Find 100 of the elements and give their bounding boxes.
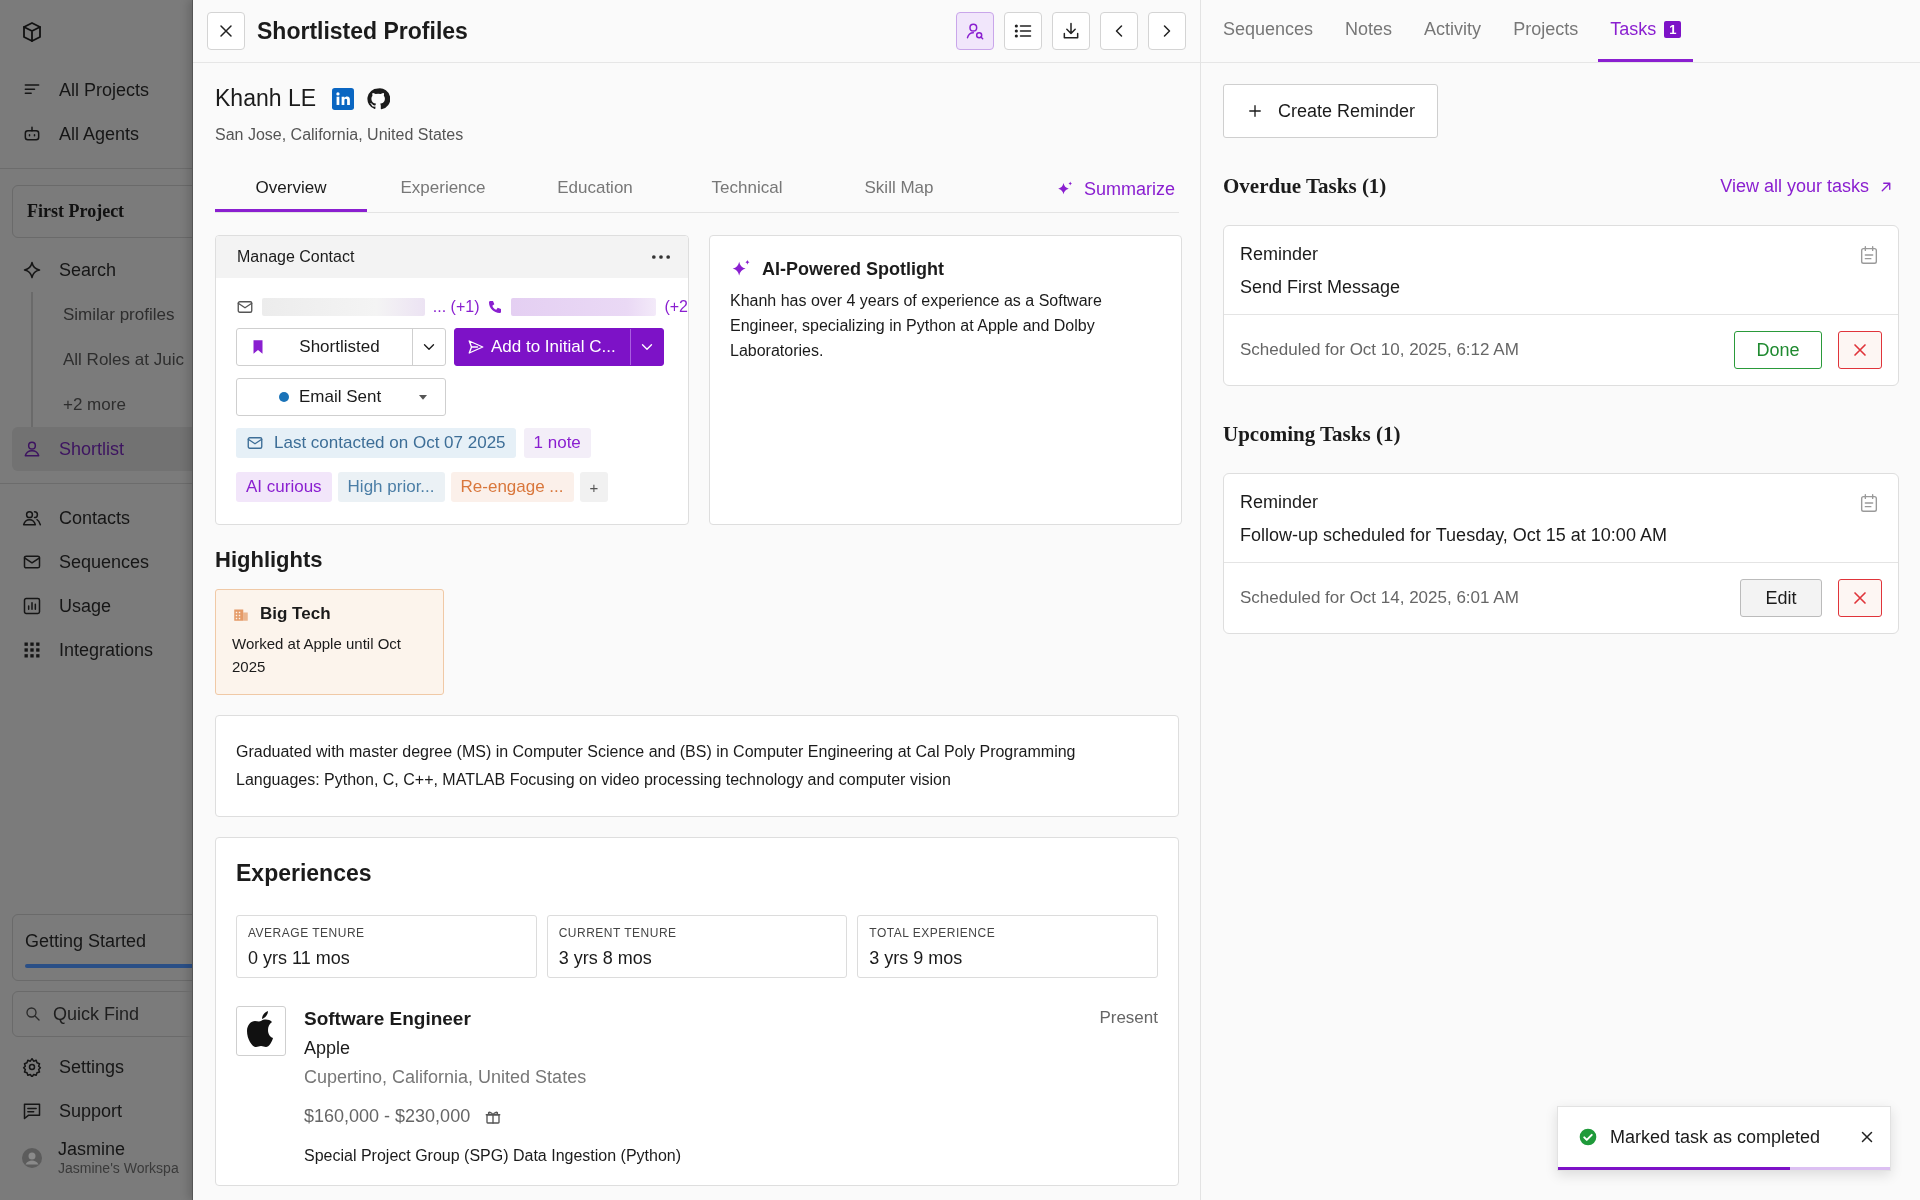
section-heading: Highlights: [215, 547, 324, 573]
more-icon: [652, 255, 670, 259]
tab[interactable]: Projects: [1501, 0, 1591, 62]
task-text: Send First Message: [1240, 277, 1401, 298]
tab[interactable]: Experience: [367, 166, 519, 212]
section-heading: Experiences: [236, 860, 373, 887]
more-phones-link[interactable]: (+2: [664, 298, 688, 316]
job-location: Cupertino, California, United States: [304, 1067, 588, 1088]
salary-range: $160,000 - $230,000: [304, 1106, 471, 1127]
person-search-icon: [965, 21, 985, 41]
download-icon: [1061, 21, 1081, 41]
count-badge: 1: [1664, 21, 1682, 38]
nav-item[interactable]: Search: [0, 248, 192, 292]
edit-button[interactable]: Edit: [1740, 579, 1822, 617]
send-icon: [467, 338, 485, 356]
toolbar-button[interactable]: [1052, 12, 1090, 50]
nav-item[interactable]: Integrations: [0, 628, 192, 672]
nav-subitem[interactable]: Similar profiles: [33, 292, 192, 337]
nav-item[interactable]: All Projects: [0, 68, 192, 112]
add-to-sequence-button[interactable]: Add to Initial C...: [454, 328, 664, 366]
company-logo: [236, 1006, 286, 1056]
toolbar-button[interactable]: [1004, 12, 1042, 50]
nav-item[interactable]: All Agents: [0, 112, 192, 156]
envelope-icon: [246, 434, 264, 452]
envelope-icon: [236, 298, 254, 316]
highlight-title: Big Tech: [260, 604, 331, 624]
task-schedule: Scheduled for Oct 10, 2025, 6:12 AM: [1240, 340, 1519, 360]
create-reminder-button[interactable]: Create Reminder: [1223, 84, 1439, 138]
stat-value: 3 yrs 9 mos: [869, 948, 964, 969]
stat-value: 3 yrs 8 mos: [558, 948, 653, 969]
profile-name: Khanh LE: [215, 85, 317, 112]
person-icon: [22, 439, 42, 459]
summarize-button[interactable]: Summarize: [1055, 166, 1179, 212]
robot-icon: [22, 124, 42, 144]
plus-icon: [1246, 102, 1264, 120]
quick-find-field[interactable]: Quick Find: [12, 991, 192, 1037]
tag[interactable]: AI curious: [236, 472, 332, 502]
task-text: Follow-up scheduled for Tuesday, Oct 15 at 10:00 AM: [1240, 525, 1667, 546]
stat-value: 0 yrs 11 mos: [248, 948, 351, 969]
search-icon: [24, 1005, 42, 1023]
tab[interactable]: Overview: [215, 166, 367, 212]
calendar-icon: [1858, 244, 1880, 266]
tag[interactable]: High prior...: [337, 472, 445, 502]
nav-item[interactable]: Contacts: [0, 496, 192, 540]
section-heading: Upcoming Tasks (1): [1223, 422, 1401, 447]
profile-location: San Jose, California, United States: [215, 126, 465, 144]
task-schedule: Scheduled for Oct 14, 2025, 6:01 AM: [1240, 588, 1519, 608]
linkedin-icon[interactable]: [332, 87, 355, 110]
last-contacted-chip: Last contacted on Oct 07 2025: [236, 428, 516, 458]
tab[interactable]: Skill Map: [823, 166, 975, 212]
phone-icon: [487, 299, 504, 315]
job-period: Present: [1099, 1008, 1158, 1029]
nav-subitem[interactable]: +2 more: [33, 382, 192, 427]
nav-item[interactable]: Sequences: [0, 540, 192, 584]
nav-item[interactable]: Usage: [0, 584, 192, 628]
workspace-name: Jasmine's Workspa: [58, 1160, 179, 1176]
bar-chart-icon: [22, 596, 42, 616]
nav-item[interactable]: Shortlist: [12, 427, 192, 471]
avatar-icon: [20, 1145, 44, 1170]
envelope-icon: [22, 552, 42, 572]
card-title: AI-Powered Spotlight: [762, 258, 944, 280]
job-description: Special Project Group (SPG) Data Ingestion (Python): [304, 1147, 683, 1165]
nav-item[interactable]: Settings: [0, 1045, 192, 1089]
add-tag-button[interactable]: +: [579, 472, 609, 502]
spotlight-text: Khanh has over 4 years of experience as a Software Engineer, specializing in Python at Apple and Dolby Laboratories.: [730, 291, 1103, 361]
grid-icon: [22, 640, 42, 660]
getting-started-label: Getting Started: [25, 931, 148, 952]
status-dropdown[interactable]: Email Sent: [236, 378, 446, 416]
stage-dropdown[interactable]: Shortlisted: [236, 328, 446, 366]
user-name: Jasmine: [58, 1139, 127, 1160]
delete-button[interactable]: [1838, 331, 1882, 369]
github-icon[interactable]: [366, 86, 391, 111]
toast-message: Marked task as completed: [1610, 1126, 1822, 1148]
tab[interactable]: Education: [519, 166, 671, 212]
status-dot: [279, 392, 289, 402]
tab[interactable]: Sequences: [1211, 0, 1326, 62]
task-type: Reminder: [1240, 492, 1320, 513]
sparkle-icon: [22, 260, 42, 280]
job-title: Software Engineer: [304, 1008, 471, 1030]
tag[interactable]: Re-engage ...: [450, 472, 574, 502]
more-emails-link[interactable]: ... (+1): [432, 298, 480, 316]
stat-label: TOTAL EXPERIENCE: [869, 926, 997, 940]
nav-item[interactable]: Support: [0, 1089, 192, 1133]
task-type: Reminder: [1240, 244, 1320, 265]
done-button[interactable]: Done: [1734, 331, 1822, 369]
tab[interactable]: Notes: [1333, 0, 1405, 62]
stat-label: CURRENT TENURE: [558, 926, 678, 940]
education-text: Graduated with master degree (MS) in Computer Science and (BS) in Computer Engineering at Cal Poly Programming Languages: Python, C, C++, MATLAB Focusing on video processing technology and computer vision: [236, 742, 1077, 790]
tab[interactable]: Tasks 1: [1598, 0, 1694, 62]
tab[interactable]: Activity: [1412, 0, 1494, 62]
nav-subitem[interactable]: All Roles at Juic: [33, 337, 192, 382]
people-icon: [22, 508, 42, 528]
notes-chip[interactable]: 1 note: [523, 428, 591, 458]
delete-button[interactable]: [1838, 579, 1882, 617]
success-icon: [1578, 1127, 1598, 1147]
settings-icon: [22, 1057, 42, 1077]
view-all-tasks-link[interactable]: View all your tasks: [1720, 176, 1895, 197]
tab[interactable]: Technical: [671, 166, 823, 212]
more-button[interactable]: [652, 255, 670, 259]
section-heading: Overdue Tasks (1): [1223, 174, 1387, 199]
